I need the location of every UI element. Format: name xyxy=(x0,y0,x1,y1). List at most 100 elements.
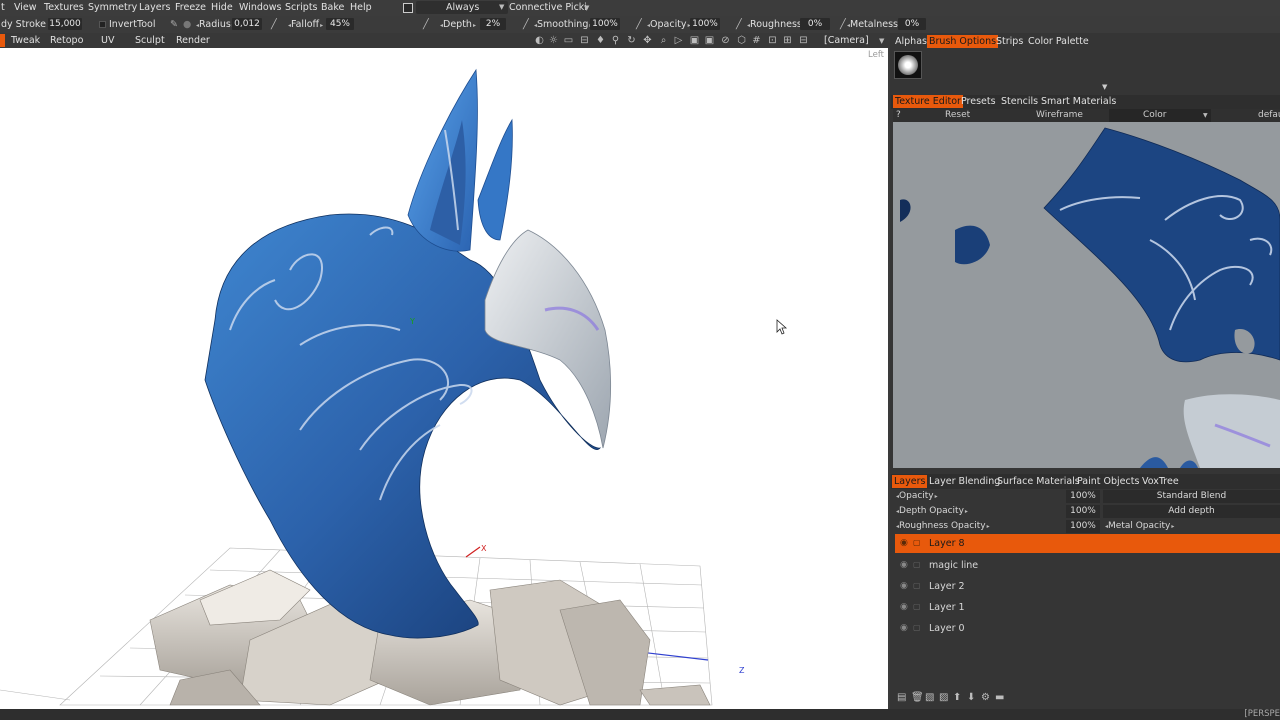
duplicate-layer-icon[interactable]: ▨ xyxy=(939,692,948,703)
tab-presets[interactable]: Presets xyxy=(961,96,996,107)
layer-row[interactable]: ◉ ▢ Layer 0 xyxy=(895,619,1280,638)
falloff-pen-icon[interactable]: ╱ xyxy=(271,19,277,30)
metalness-label[interactable]: ◂Metalness▸ xyxy=(846,19,902,30)
checkbox[interactable] xyxy=(403,3,413,13)
eye-icon[interactable]: ◉ xyxy=(900,623,908,633)
radius-field[interactable]: 0,012 xyxy=(232,18,262,30)
image-icon[interactable]: ▭ xyxy=(563,35,574,46)
move-up-icon[interactable]: ⬆ xyxy=(953,692,961,703)
opacity-pen-icon[interactable]: ╱ xyxy=(636,19,642,30)
camera-frame-icon[interactable]: ⊟ xyxy=(798,35,809,46)
room-tab-tweak[interactable]: Tweak xyxy=(11,35,40,46)
alpha-brush-preview[interactable] xyxy=(894,51,922,79)
tab-stencils[interactable]: Stencils xyxy=(1001,96,1038,107)
blend-mode-dropdown[interactable]: Standard Blend xyxy=(1103,490,1280,503)
tab-texture-editor[interactable]: Texture Editor xyxy=(893,95,963,108)
layer-opacity-field[interactable]: 100% xyxy=(1066,490,1100,503)
roughness-field[interactable]: 0% xyxy=(800,18,830,30)
menu-item-bake[interactable]: Bake xyxy=(321,2,344,13)
tab-layers[interactable]: Layers xyxy=(892,475,928,488)
chevron-down-icon[interactable]: ▼ xyxy=(1102,83,1107,91)
uv-texture-canvas[interactable] xyxy=(893,122,1280,468)
eye-icon[interactable]: ◉ xyxy=(900,560,908,570)
grid-plane-icon[interactable]: ⊟ xyxy=(579,35,590,46)
depth-label[interactable]: ◂Depth▸ xyxy=(439,19,476,30)
room-tab-render[interactable]: Render xyxy=(176,35,210,46)
opacity-label[interactable]: ◂Opacity▸ xyxy=(646,19,691,30)
brush-icon[interactable]: ✎ xyxy=(170,19,178,30)
eye-icon[interactable]: ◉ xyxy=(900,581,908,591)
no-icon[interactable]: ⊘ xyxy=(720,35,731,46)
room-tab-retopo[interactable]: Retopo xyxy=(50,35,83,46)
depth-opacity-field[interactable]: 100% xyxy=(1066,505,1100,518)
tab-brush-options[interactable]: Brush Options xyxy=(927,35,999,48)
light-icon[interactable]: ☼ xyxy=(548,35,559,46)
menu-item-layers[interactable]: Layers xyxy=(139,2,170,13)
opacity-field[interactable]: 100% xyxy=(690,18,720,30)
frame-icon[interactable]: ⊞ xyxy=(782,35,793,46)
tab-alphas[interactable]: Alphas xyxy=(895,36,927,47)
invert-checkbox[interactable] xyxy=(99,21,106,28)
falloff-field[interactable]: 45% xyxy=(326,18,354,30)
layer-row[interactable]: ◉ ▢ magic line xyxy=(895,556,1280,575)
all-icon[interactable]: ▣ xyxy=(689,35,700,46)
vis-icon[interactable]: ▣ xyxy=(704,35,715,46)
lock-icon[interactable]: ▢ xyxy=(913,602,921,611)
tab-color-palette[interactable]: Color Palette xyxy=(1028,36,1089,47)
color-dropdown[interactable]: Color ▼ xyxy=(1109,109,1211,122)
eye-icon[interactable]: ◉ xyxy=(900,602,908,612)
depth-field[interactable]: 2% xyxy=(480,18,506,30)
menu-item-windows[interactable]: Windows xyxy=(239,2,281,13)
shading-icon[interactable]: ◐ xyxy=(534,35,545,46)
lock-icon[interactable]: ▢ xyxy=(913,560,921,569)
zoom-icon[interactable]: ⌕ xyxy=(658,35,669,46)
lock-icon[interactable]: ▢ xyxy=(913,538,921,547)
merge-down-icon[interactable]: ▧ xyxy=(925,692,934,703)
lock-icon[interactable]: ▢ xyxy=(913,623,921,632)
roughness-opacity-field[interactable]: 100% xyxy=(1066,520,1100,533)
menu-item-symmetry[interactable]: Symmetry xyxy=(88,2,137,13)
menu-item-freeze[interactable]: Freeze xyxy=(175,2,206,13)
camera-dropdown[interactable]: [Camera] ▼ xyxy=(818,34,888,47)
lock-icon[interactable]: ▢ xyxy=(913,581,921,590)
layer-row[interactable]: ◉ ▢ Layer 2 xyxy=(895,577,1280,596)
add-depth-button[interactable]: Add depth xyxy=(1103,505,1280,518)
menu-item-view[interactable]: View xyxy=(14,2,37,13)
metal-opacity-label[interactable]: ◂Metal Opacity▸ xyxy=(1104,521,1174,531)
layer-row-selected[interactable]: ◉ ▢ Layer 8 xyxy=(895,534,1280,553)
cube-icon[interactable]: ⬡ xyxy=(736,35,747,46)
metalness-field[interactable]: 0% xyxy=(898,18,926,30)
roughness-label[interactable]: ◂Roughness▸ xyxy=(746,19,806,30)
chevron-down-icon[interactable]: ▼ xyxy=(584,4,589,12)
falloff-label[interactable]: ◂Falloff▸ xyxy=(287,19,323,30)
help-button[interactable]: ? xyxy=(896,110,901,120)
smoothing-pen-icon[interactable]: ╱ xyxy=(523,19,529,30)
room-tab-uv[interactable]: UV xyxy=(101,35,114,46)
layer-settings-icon[interactable]: ⚙ xyxy=(981,692,990,703)
default-button[interactable]: default xyxy=(1258,110,1280,120)
radius-lock-icon[interactable]: ● xyxy=(183,19,191,30)
tab-surface-materials[interactable]: Surface Materials xyxy=(997,476,1080,487)
menu-item-textures[interactable]: Textures xyxy=(44,2,84,13)
rotate-icon[interactable]: ↻ xyxy=(626,35,637,46)
radius-label[interactable]: ◂Radius▸ xyxy=(195,19,235,30)
new-layer-icon[interactable]: ▤ xyxy=(897,692,906,703)
reset-button[interactable]: Reset xyxy=(945,110,970,120)
connective-picking-label[interactable]: Connective Picki xyxy=(509,2,587,13)
smoothing-label[interactable]: ◂Smoothing▸ xyxy=(533,19,592,30)
layer-row[interactable]: ◉ ▢ Layer 1 xyxy=(895,598,1280,617)
grid-icon[interactable]: # xyxy=(751,35,762,46)
stroke-field[interactable]: 15,000 xyxy=(48,18,82,30)
roughness-pen-icon[interactable]: ╱ xyxy=(736,19,742,30)
tab-voxtree[interactable]: VoxTree xyxy=(1142,476,1179,487)
always-dropdown[interactable]: Always ▼ xyxy=(416,1,508,14)
move-icon[interactable]: ✥ xyxy=(642,35,653,46)
tab-smart-materials[interactable]: Smart Materials xyxy=(1041,96,1116,107)
3d-viewport[interactable]: Left Y X Z xyxy=(0,48,888,709)
eye-icon[interactable]: ◉ xyxy=(900,538,908,548)
wireframe-button[interactable]: Wireframe xyxy=(1036,110,1083,120)
ruler-icon[interactable]: ⊡ xyxy=(767,35,778,46)
menu-item-edit[interactable]: t xyxy=(1,2,5,13)
metalness-pen-icon[interactable]: ╱ xyxy=(840,19,846,30)
move-down-icon[interactable]: ⬇ xyxy=(967,692,975,703)
